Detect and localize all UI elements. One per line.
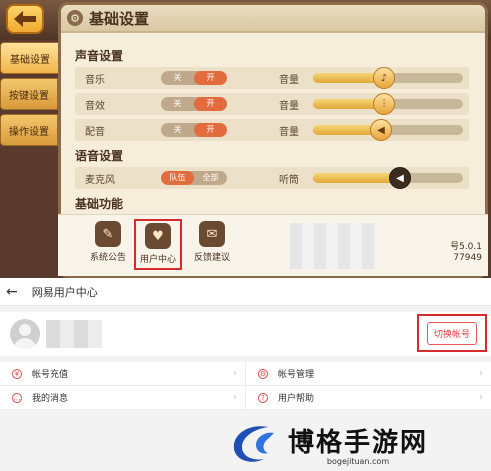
- voiceover-label: 配音: [85, 126, 105, 138]
- panel-header: ⚙ 基础设置: [61, 5, 485, 33]
- gear-icon: ⚙: [258, 368, 268, 379]
- watermark-name: 博格手游网: [288, 428, 429, 458]
- switch-account-highlight: 切换帐号: [417, 314, 487, 352]
- voiceover-on[interactable]: 开: [194, 123, 227, 137]
- settings-tabs: 基础设置 按键设置 操作设置: [0, 42, 60, 150]
- sfx-volume-label: 音量: [279, 100, 299, 112]
- voiceover-toggle[interactable]: 关 开: [161, 123, 227, 137]
- account-recharge-label: 帐号充值: [32, 370, 69, 380]
- help-icon: ?: [258, 392, 268, 403]
- section-basic-title: 基础功能: [75, 197, 124, 211]
- profile-card: 切换帐号: [0, 312, 491, 356]
- microphone-row: 麦克风 队伍 全部 听筒 ◀: [75, 167, 469, 189]
- sfx-on[interactable]: 开: [194, 97, 227, 111]
- tab-operation-settings[interactable]: 操作设置: [0, 114, 58, 146]
- back-button[interactable]: [6, 4, 44, 34]
- user-center-header: ← 网易用户中心: [0, 278, 491, 306]
- user-center-menu: ¥ 帐号充值 › ⚙ 帐号管理 › … 我的消息 › ? 用户帮助 ›: [0, 362, 491, 410]
- my-messages-label: 我的消息: [32, 394, 69, 404]
- sfx-off[interactable]: 关: [161, 97, 194, 111]
- back-arrow-icon[interactable]: ←: [6, 284, 18, 300]
- game-settings-screen: 基础设置 按键设置 操作设置 ⚙ 基础设置 声音设置 音乐 关 开 音量 ♪ 音…: [0, 0, 491, 278]
- sfx-label: 音效: [85, 100, 105, 112]
- music-row: 音乐 关 开 音量 ♪: [75, 67, 469, 89]
- my-messages-item[interactable]: … 我的消息 ›: [0, 386, 245, 409]
- tab-basic-settings[interactable]: 基础设置: [0, 42, 60, 74]
- voiceover-row: 配音 关 开 音量 ◀: [75, 119, 469, 141]
- tab-key-settings[interactable]: 按键设置: [0, 78, 58, 110]
- gear-icon: ⚙: [67, 10, 83, 26]
- message-icon: …: [12, 392, 22, 403]
- microphone-toggle[interactable]: 队伍 全部: [161, 171, 227, 185]
- version-text: 号5.0.1: [450, 242, 482, 252]
- feedback-label: 反馈建议: [193, 253, 230, 263]
- music-label: 音乐: [85, 74, 105, 86]
- account-recharge-item[interactable]: ¥ 帐号充值 ›: [0, 362, 245, 385]
- game-bottom-bar: ✎ 系统公告 ♥ 用户中心 ✉ 反馈建议 号5.0.1 77949: [58, 214, 488, 276]
- announcement-icon: ✎: [95, 221, 121, 247]
- earpiece-label: 听筒: [279, 174, 299, 186]
- menu-row: … 我的消息 › ? 用户帮助 ›: [0, 386, 491, 410]
- feedback-icon: ✉: [199, 221, 225, 247]
- earpiece-volume-slider[interactable]: ◀: [313, 167, 463, 189]
- blurred-info: [290, 223, 378, 269]
- chevron-right-icon: ›: [233, 368, 237, 379]
- back-arrow-icon: [14, 11, 36, 27]
- earpiece-volume-fill: [313, 173, 400, 183]
- switch-account-button[interactable]: 切换帐号: [426, 321, 477, 345]
- user-help-item[interactable]: ? 用户帮助 ›: [245, 386, 491, 409]
- recharge-icon: ¥: [12, 368, 22, 379]
- blurred-username: [46, 320, 102, 348]
- music-toggle[interactable]: 关 开: [161, 71, 227, 85]
- user-center-label: 用户中心: [139, 255, 176, 265]
- music-off[interactable]: 关: [161, 71, 194, 85]
- voiceover-off[interactable]: 关: [161, 123, 194, 137]
- menu-row: ¥ 帐号充值 › ⚙ 帐号管理 ›: [0, 362, 491, 386]
- speaker-icon[interactable]: ◀: [389, 167, 411, 189]
- section-voice-title: 语音设置: [75, 149, 124, 163]
- id-text: 77949: [453, 253, 482, 263]
- equalizer-icon[interactable]: ⫶: [373, 93, 395, 115]
- sfx-toggle[interactable]: 关 开: [161, 97, 227, 111]
- voiceover-volume-label: 音量: [279, 126, 299, 138]
- chevron-right-icon: ›: [479, 392, 483, 403]
- user-center-button[interactable]: ♥ 用户中心: [134, 219, 182, 270]
- feedback-button[interactable]: ✉ 反馈建议: [188, 221, 236, 263]
- section-sound-title: 声音设置: [75, 49, 124, 63]
- system-announcement-label: 系统公告: [89, 253, 126, 263]
- mic-team-option[interactable]: 队伍: [161, 171, 194, 185]
- music-volume-label: 音量: [279, 74, 299, 86]
- speaker-icon[interactable]: ◀: [370, 119, 392, 141]
- site-watermark: 博格手游网 bogejituan.com: [228, 418, 490, 470]
- watermark-text: 博格手游网 bogejituan.com: [288, 422, 428, 466]
- avatar: [10, 319, 40, 349]
- swoosh-logo-icon: [233, 426, 274, 462]
- system-announcement-button[interactable]: ✎ 系统公告: [84, 221, 132, 263]
- account-management-item[interactable]: ⚙ 帐号管理 ›: [245, 362, 491, 385]
- chevron-right-icon: ›: [479, 368, 483, 379]
- sfx-row: 音效 关 开 音量 ⫶: [75, 93, 469, 115]
- music-volume-slider[interactable]: ♪: [313, 67, 463, 89]
- microphone-label: 麦克风: [85, 174, 115, 186]
- voiceover-volume-slider[interactable]: ◀: [313, 119, 463, 141]
- mic-all-option[interactable]: 全部: [194, 171, 227, 185]
- chevron-right-icon: ›: [233, 392, 237, 403]
- panel-title: 基础设置: [89, 9, 150, 28]
- user-help-label: 用户帮助: [278, 394, 315, 404]
- watermark-logo: [228, 421, 284, 467]
- user-center-title: 网易用户中心: [31, 285, 98, 299]
- user-center-icon: ♥: [145, 223, 171, 249]
- account-management-label: 帐号管理: [278, 370, 315, 380]
- music-on[interactable]: 开: [194, 71, 227, 85]
- music-note-icon[interactable]: ♪: [373, 67, 395, 89]
- sfx-volume-slider[interactable]: ⫶: [313, 93, 463, 115]
